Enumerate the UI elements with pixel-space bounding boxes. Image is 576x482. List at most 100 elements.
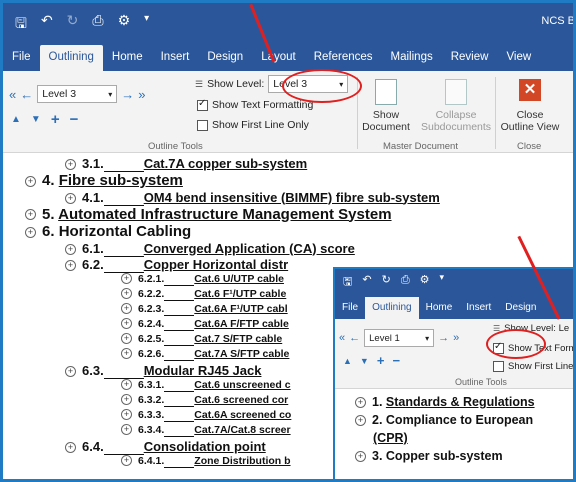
tab-home[interactable]: Home (103, 45, 152, 71)
tab-file[interactable]: File (3, 45, 40, 71)
expand-bullet-icon[interactable]: + (121, 379, 132, 391)
outline-item[interactable]: +3.1. Cat.7A copper sub-system (65, 156, 307, 172)
promote-to-heading1-icon[interactable]: « (339, 332, 345, 344)
outline-item[interactable]: +6.4. Consolidation point (65, 439, 266, 455)
expand-bullet-icon[interactable]: + (65, 365, 76, 377)
expand-bullet-icon[interactable]: + (121, 333, 132, 345)
save-icon[interactable]: 🖫 (15, 13, 27, 37)
tab-mailings[interactable]: Mailings (382, 45, 442, 71)
outline-number: 2. (372, 413, 386, 427)
expand-bullet-icon[interactable]: + (355, 397, 366, 409)
outline-item[interactable]: +6.3.4. Cat.7A/Cat.8 screer (121, 424, 291, 437)
outline-item[interactable]: +4.1. OM4 bend insensitive (BIMMF) fibre… (65, 190, 440, 206)
expand-bullet-icon[interactable]: + (121, 273, 132, 285)
undo-icon[interactable]: ↶ (362, 273, 371, 292)
tab-home[interactable]: Home (419, 297, 460, 319)
expand-bullet-icon[interactable]: + (65, 243, 76, 255)
customize-icon[interactable]: ⚙ (118, 13, 131, 37)
tab-references[interactable]: References (305, 45, 382, 71)
expand-bullet-icon[interactable]: + (25, 209, 36, 221)
show-text-formatting-checkbox[interactable] (197, 98, 208, 111)
outline-item[interactable]: +3. Copper sub-system (355, 449, 503, 463)
outline-item[interactable]: +6.2. Copper Horizontal distr (65, 257, 288, 273)
close-outline-view-button[interactable]: ✕ Close Outline View (499, 79, 561, 133)
move-down-icon[interactable]: ▼ (31, 114, 41, 125)
collapse-subdocuments-button[interactable]: Collapse Subdocuments (421, 79, 491, 133)
expand-bullet-icon[interactable]: + (355, 415, 366, 427)
customize-icon[interactable]: ⚙ (420, 273, 430, 292)
outline-item[interactable]: +6.2.4. Cat.6A F/FTP cable (121, 318, 289, 331)
tab-insert[interactable]: Insert (459, 297, 498, 319)
expand-bullet-icon[interactable]: + (65, 441, 76, 453)
print-preview-icon[interactable]: ⎙ (92, 13, 103, 37)
tab-layout[interactable]: Layout (252, 45, 305, 71)
expand-bullet-icon[interactable]: + (121, 348, 132, 360)
outline-item[interactable]: +6.2.3. Cat.6A F¹/UTP cabl (121, 303, 288, 316)
redo-icon[interactable]: ↻ (382, 273, 391, 292)
show-first-line-only-checkbox[interactable] (493, 361, 504, 372)
expand-bullet-icon[interactable]: + (65, 159, 76, 171)
outline-item[interactable]: +6.2.5. Cat.7 S/FTP cable (121, 333, 282, 346)
move-up-icon[interactable]: ▲ (11, 114, 21, 125)
expand-bullet-icon[interactable]: + (121, 288, 132, 300)
expand-bullet-icon[interactable]: + (355, 451, 366, 463)
tab-view[interactable]: View (497, 45, 540, 71)
qat-more-icon[interactable]: ▾ (144, 13, 149, 37)
tab-design[interactable]: Design (198, 45, 252, 71)
expand-icon[interactable]: + (51, 111, 60, 128)
expand-bullet-icon[interactable]: + (121, 303, 132, 315)
show-document-button[interactable]: Show Document (361, 79, 411, 133)
demote-to-body-icon[interactable]: » (453, 332, 459, 344)
collapse-icon[interactable]: − (70, 111, 79, 128)
outline-item[interactable]: +6.4.1. Zone Distribution b (121, 455, 291, 468)
move-up-icon[interactable]: ▲ (343, 356, 352, 366)
promote-icon[interactable]: ← (20, 87, 33, 102)
red-annotation-oval (486, 329, 546, 359)
outline-item[interactable]: +6.3.3. Cat.6A screened co (121, 409, 291, 422)
promote-to-heading1-icon[interactable]: « (9, 87, 16, 102)
promote-icon[interactable]: ← (349, 332, 360, 344)
outline-level-dropdown[interactable]: Level 3 ▾ (37, 85, 118, 103)
outline-item[interactable]: +6.2.2. Cat.6 F¹/UTP cable (121, 288, 286, 301)
outline-item[interactable]: +6.3.2. Cat.6 screened cor (121, 394, 288, 407)
tab-design[interactable]: Design (498, 297, 543, 319)
outline-item[interactable]: +5. Automated Infrastructure Management … (25, 206, 392, 223)
tab-outlining[interactable]: Outlining (39, 45, 103, 71)
redo-icon[interactable]: ↻ (67, 13, 79, 37)
tab-file[interactable]: File (335, 297, 365, 319)
tab-insert[interactable]: Insert (152, 45, 199, 71)
expand-bullet-icon[interactable]: + (25, 175, 36, 187)
expand-bullet-icon[interactable]: + (25, 226, 36, 238)
qat-more-icon[interactable]: ▾ (440, 273, 445, 292)
save-icon[interactable]: 🖫 (343, 273, 352, 292)
outline-item[interactable]: (CPR) (373, 431, 408, 445)
outline-item[interactable]: +1. Standards & Regulations (355, 395, 535, 409)
outline-item[interactable]: +6.3.1. Cat.6 unscreened c (121, 379, 291, 392)
expand-icon[interactable]: + (377, 353, 385, 368)
outline-item[interactable]: +6. Horizontal Cabling (25, 223, 191, 240)
outline-item[interactable]: +4. Fibre sub-system (25, 172, 183, 189)
move-down-icon[interactable]: ▼ (360, 356, 369, 366)
undo-icon[interactable]: ↶ (41, 13, 53, 37)
expand-bullet-icon[interactable]: + (65, 259, 76, 271)
collapse-icon[interactable]: − (392, 353, 400, 368)
tab-outlining[interactable]: Outlining (365, 297, 419, 319)
outline-item[interactable]: +6.3. Modular RJ45 Jack (65, 363, 261, 379)
demote-icon[interactable]: → (121, 87, 134, 102)
outline-item[interactable]: +6.1. Converged Application (CA) score (65, 241, 355, 257)
expand-bullet-icon[interactable]: + (121, 394, 132, 406)
show-first-line-only-checkbox[interactable] (197, 119, 208, 131)
expand-bullet-icon[interactable]: + (121, 455, 132, 467)
outline-item[interactable]: +6.2.1. Cat.6 U/UTP cable (121, 273, 284, 286)
outline-item[interactable]: +6.2.6. Cat.7A S/FTP cable (121, 348, 289, 361)
outline-item[interactable]: +2. Compliance to European (355, 413, 533, 427)
demote-to-body-icon[interactable]: » (138, 87, 145, 102)
demote-icon[interactable]: → (438, 332, 449, 344)
expand-bullet-icon[interactable]: + (121, 318, 132, 330)
expand-bullet-icon[interactable]: + (121, 409, 132, 421)
tab-review[interactable]: Review (442, 45, 498, 71)
expand-bullet-icon[interactable]: + (121, 424, 132, 436)
outline-level-dropdown[interactable]: Level 1 ▾ (364, 329, 435, 347)
expand-bullet-icon[interactable]: + (65, 192, 76, 204)
print-preview-icon[interactable]: ⎙ (401, 273, 410, 292)
